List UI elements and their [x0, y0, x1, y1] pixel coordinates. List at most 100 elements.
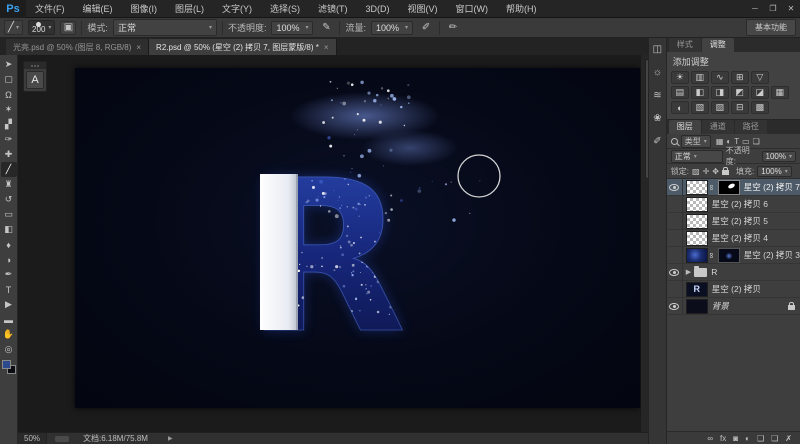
tool-preset-picker[interactable]: ╱ ▾: [4, 20, 24, 35]
healing-brush-tool-button[interactable]: ✚: [1, 147, 17, 162]
maximize-button[interactable]: ❐: [764, 2, 782, 16]
exposure-icon[interactable]: ⊞: [730, 71, 749, 84]
layer-thumbnail[interactable]: [685, 179, 708, 195]
layer-thumbnail[interactable]: [685, 213, 708, 229]
document-tab-0[interactable]: 光亮.psd @ 50% (图层 8, RGB/8) ×: [6, 39, 150, 55]
history-brush-tool-button[interactable]: ↺: [1, 192, 17, 207]
layer-row-3[interactable]: 星空 (2) 拷贝 4: [666, 229, 800, 247]
tab-路径[interactable]: 路径: [734, 120, 767, 134]
layer-row-6[interactable]: R 星空 (2) 拷贝: [666, 280, 800, 298]
shape-tool-button[interactable]: ▬: [1, 312, 17, 327]
menu-item-4[interactable]: 文字(Y): [213, 0, 261, 18]
blur-tool-button[interactable]: ♦: [1, 237, 17, 252]
new-adjustment-layer-icon[interactable]: ◐: [745, 434, 750, 443]
layer-thumbnail[interactable]: R: [685, 281, 708, 297]
character-panel-button[interactable]: A: [26, 71, 44, 89]
menu-item-5[interactable]: 选择(S): [261, 0, 309, 18]
vibrance-icon[interactable]: ▽: [750, 71, 769, 84]
pressure-opacity-icon[interactable]: ✎: [318, 21, 334, 35]
lock-position-icon[interactable]: ✥: [712, 167, 719, 176]
close-button[interactable]: ✕: [782, 2, 800, 16]
threshold-icon[interactable]: ▨: [710, 101, 729, 114]
eyedropper-tool-button[interactable]: ✑: [1, 132, 17, 147]
gradient-tool-button[interactable]: ◧: [1, 222, 17, 237]
dodge-tool-button[interactable]: ◑: [1, 252, 17, 267]
minimize-button[interactable]: ─: [746, 2, 764, 16]
new-group-icon[interactable]: ❑: [757, 434, 764, 443]
path-select-tool-button[interactable]: ▶: [1, 297, 17, 312]
foreground-color-swatch[interactable]: [1, 360, 11, 369]
layer-fill-select[interactable]: 100% ▾: [757, 165, 792, 177]
hue-saturation-icon[interactable]: ▤: [670, 86, 689, 99]
visibility-toggle[interactable]: [667, 246, 683, 264]
menu-item-0[interactable]: 文件(F): [26, 0, 74, 18]
tab-样式[interactable]: 样式: [668, 38, 701, 52]
color-balance-icon[interactable]: ◧: [690, 86, 709, 99]
curves-icon[interactable]: ∿: [710, 71, 729, 84]
black-white-icon[interactable]: ◨: [710, 86, 729, 99]
layer-mask-thumbnail[interactable]: [717, 247, 740, 263]
airbrush-icon[interactable]: ✐: [418, 21, 434, 35]
eraser-tool-button[interactable]: ▭: [1, 207, 17, 222]
swatches-panel-icon[interactable]: ≋: [653, 90, 661, 101]
delete-layer-icon[interactable]: ✗: [785, 434, 792, 443]
quick-selection-tool-button[interactable]: ✶: [1, 102, 17, 117]
layer-filter-select[interactable]: 类型 ▾: [680, 134, 711, 148]
pen-tool-button[interactable]: ✒: [1, 267, 17, 282]
layer-row-5[interactable]: ▶ R: [666, 263, 800, 281]
photo-filter-icon[interactable]: ◩: [730, 86, 749, 99]
visibility-toggle[interactable]: [667, 229, 683, 247]
type-tool-button[interactable]: T: [1, 282, 17, 297]
clone-source-panel-icon[interactable]: ✐: [653, 136, 661, 147]
zoom-level-field[interactable]: 50%: [18, 432, 48, 444]
layer-row-1[interactable]: 星空 (2) 拷贝 6: [666, 195, 800, 213]
layer-blend-mode-select[interactable]: 正常 ▾: [670, 149, 723, 163]
selective-color-icon[interactable]: ▩: [750, 101, 769, 114]
visibility-toggle[interactable]: [667, 195, 683, 213]
visibility-toggle[interactable]: [667, 280, 683, 298]
toggle-brush-panel-button[interactable]: ▣: [60, 20, 77, 35]
menu-item-10[interactable]: 帮助(H): [497, 0, 546, 18]
visibility-toggle[interactable]: [667, 212, 683, 230]
menu-item-1[interactable]: 编辑(E): [74, 0, 122, 18]
styles-panel-icon[interactable]: ☼: [653, 67, 662, 78]
pixel-layers-filter-icon[interactable]: ▦: [716, 137, 724, 146]
workspace-switcher-button[interactable]: 基本功能: [746, 19, 796, 36]
invert-icon[interactable]: ◐: [670, 101, 689, 114]
blend-mode-select[interactable]: 正常 ▾: [112, 19, 217, 36]
status-menu-arrow-icon[interactable]: ▶: [168, 435, 173, 442]
visibility-toggle[interactable]: [667, 263, 683, 281]
zoom-tool-button[interactable]: ◎: [1, 342, 17, 357]
horizontal-scrollbar[interactable]: [55, 435, 70, 442]
layer-thumbnail[interactable]: [685, 298, 708, 314]
new-layer-icon[interactable]: ❏: [771, 434, 778, 443]
marquee-tool-button[interactable]: ▢: [1, 72, 17, 87]
menu-item-7[interactable]: 3D(D): [357, 0, 399, 18]
clone-stamp-tool-button[interactable]: ♜: [1, 177, 17, 192]
close-tab-icon[interactable]: ×: [324, 43, 329, 52]
menu-item-3[interactable]: 图层(L): [166, 0, 213, 18]
menu-item-9[interactable]: 窗口(W): [447, 0, 498, 18]
menu-item-8[interactable]: 视图(V): [399, 0, 447, 18]
menu-item-6[interactable]: 滤镜(T): [309, 0, 357, 18]
group-collapse-icon[interactable]: ▶: [686, 268, 691, 276]
crop-tool-button[interactable]: ▞: [1, 117, 17, 132]
layer-mask-thumbnail[interactable]: [717, 179, 740, 195]
tab-调整[interactable]: 调整: [701, 38, 734, 52]
layer-thumbnail[interactable]: [685, 196, 708, 212]
add-layer-mask-icon[interactable]: ◙: [733, 434, 738, 443]
tab-通道[interactable]: 通道: [701, 120, 734, 134]
lock-pixels-icon[interactable]: ✛: [703, 167, 710, 176]
color-lookup-icon[interactable]: ▦: [770, 86, 789, 99]
tab-图层[interactable]: 图层: [668, 120, 701, 134]
brush-preset-picker[interactable]: 200 ▾: [28, 20, 56, 35]
layer-row-4[interactable]: ∞ 星空 (2) 拷贝 3: [666, 246, 800, 264]
brush-presets-panel-icon[interactable]: ❀: [653, 113, 661, 124]
opacity-select[interactable]: 100% ▾: [271, 20, 314, 35]
levels-icon[interactable]: ▥: [690, 71, 709, 84]
document-tab-1[interactable]: R2.psd @ 50% (星空 (2) 拷贝 7, 图层蒙版/8) * ×: [149, 39, 337, 55]
visibility-toggle[interactable]: [667, 179, 683, 196]
properties-panel-icon[interactable]: ◫: [653, 44, 662, 55]
brush-tool-button[interactable]: ╱: [0, 162, 17, 177]
lock-transparency-icon[interactable]: ▨: [692, 167, 700, 176]
